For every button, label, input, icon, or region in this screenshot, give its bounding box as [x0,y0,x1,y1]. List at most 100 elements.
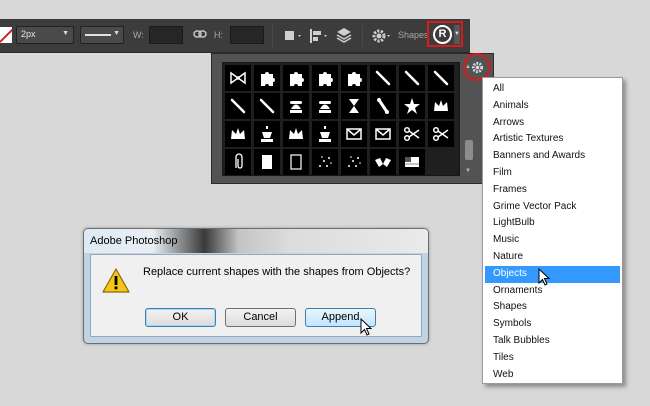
gear-icon[interactable] [368,25,394,47]
shape-tile-telephone[interactable] [312,93,338,119]
shape-tile-flag[interactable] [399,149,425,175]
shape-tile-stick-3[interactable] [428,65,454,91]
shape-tile-sparkles-1[interactable] [312,149,338,175]
toolbar-divider [362,25,363,47]
scroll-down-icon[interactable]: ▼ [465,168,471,174]
toolbar-divider [272,25,273,47]
cancel-button[interactable]: Cancel [225,308,296,327]
shape-picker-button[interactable]: R ▼ [427,21,463,47]
stick-4-icon [230,98,246,114]
stamp-icon [262,155,272,169]
shape-tile-puzzle-piece-2[interactable] [283,65,309,91]
stroke-width-field[interactable]: 2px ▼ [16,26,74,44]
link-icon[interactable] [193,28,207,40]
menu-item-arrows[interactable]: Arrows [483,115,622,132]
menu-item-grime-vector-pack[interactable]: Grime Vector Pack [483,199,622,216]
menu-item-ornaments[interactable]: Ornaments [483,283,622,300]
menu-item-symbols[interactable]: Symbols [483,316,622,333]
shape-tile-scissors-2[interactable] [428,121,454,147]
dialog-title: Adobe Photoshop [90,235,178,247]
puzzle-piece-1-icon [261,72,275,86]
shape-tile-stick-2[interactable] [399,65,425,91]
paperclip-icon [235,153,243,169]
shape-tile-rotary-phone[interactable] [283,93,309,119]
chevron-down-icon[interactable]: ▼ [62,30,69,37]
chess-king-1-icon [261,126,273,142]
bow-icon [230,71,246,85]
shape-tile-bone[interactable] [370,93,396,119]
chevron-down-icon[interactable]: ▼ [454,25,460,44]
scrollbar-thumb[interactable] [465,140,473,160]
chevron-down-icon[interactable]: ▼ [113,30,120,37]
gear-icon [471,61,483,73]
shape-tile-crown-1[interactable] [428,93,454,119]
menu-item-all[interactable]: All [483,81,622,98]
rotary-phone-icon [290,101,302,113]
mouse-cursor-icon [360,318,372,336]
menu-item-objects[interactable]: Objects [485,265,620,283]
path-alignment-icon[interactable] [305,25,331,47]
replace-shapes-dialog: Adobe Photoshop Replace current shapes w… [83,228,429,344]
flag-icon [405,157,419,167]
sheriff-star-icon [404,98,420,114]
shape-tile-chess-king-2[interactable] [312,121,338,147]
puzzle-piece-2-icon [290,72,304,86]
hourglass-icon [349,99,359,113]
height-input[interactable] [230,26,264,44]
shape-tile-stamp[interactable] [254,149,280,175]
shape-tile-sheriff-star[interactable] [399,93,425,119]
menu-item-web[interactable]: Web [483,367,622,384]
shape-tile-frame[interactable] [283,149,309,175]
width-input[interactable] [149,26,183,44]
custom-shape-picker-panel: ▲ ▼ [211,53,494,184]
menu-item-frames[interactable]: Frames [483,182,622,199]
menu-item-shapes[interactable]: Shapes [483,299,622,316]
shape-tile-sparkles-2[interactable] [341,149,367,175]
bat-wing-icon [375,158,391,167]
shape-tile-stick-4[interactable] [225,93,251,119]
puzzle-piece-3-icon [319,72,333,86]
shape-tile-stick-5[interactable] [254,93,280,119]
menu-item-lightbulb[interactable]: LightBulb [483,215,622,232]
registered-trademark-icon: R [433,25,452,44]
shape-tile-puzzle-piece-3[interactable] [312,65,338,91]
ok-button[interactable]: OK [145,308,216,327]
shape-tile-bow[interactable] [225,65,251,91]
stroke-color-swatch[interactable] [0,27,12,43]
sparkles-1-icon [319,156,332,167]
shape-tile-chess-king-1[interactable] [254,121,280,147]
menu-item-film[interactable]: Film [483,165,622,182]
height-label: H: [214,30,223,40]
shape-grid [222,62,460,176]
menu-item-animals[interactable]: Animals [483,98,622,115]
scissors-1-icon [403,126,420,142]
shape-tile-puzzle-piece-4[interactable] [341,65,367,91]
menu-item-artistic-textures[interactable]: Artistic Textures [483,131,622,148]
menu-item-nature[interactable]: Nature [483,249,622,266]
envelope-1-icon [346,128,362,140]
shape-tile-envelope-2[interactable] [370,121,396,147]
path-operations-icon[interactable] [279,25,305,47]
stroke-type-dropdown[interactable]: ▼ [80,26,124,44]
shape-tile-envelope-1[interactable] [341,121,367,147]
shape-tile-crown-3[interactable] [283,121,309,147]
path-arrangement-icon[interactable] [331,25,357,47]
menu-item-tiles[interactable]: Tiles [483,350,622,367]
shape-tile-stick-1[interactable] [370,65,396,91]
shape-tile-hourglass[interactable] [341,93,367,119]
menu-item-banners-and-awards[interactable]: Banners and Awards [483,148,622,165]
stroke-width-value: 2px [21,29,36,39]
shape-tile-crown-2[interactable] [225,121,251,147]
shape-tile-bat-wing[interactable] [370,149,396,175]
stroke-line-preview [85,34,111,36]
menu-item-talk-bubbles[interactable]: Talk Bubbles [483,333,622,350]
stick-5-icon [259,98,275,114]
shape-tile-paperclip[interactable] [225,149,251,175]
dialog-titlebar[interactable]: Adobe Photoshop [84,229,428,253]
shape-tile-puzzle-piece-1[interactable] [254,65,280,91]
menu-item-music[interactable]: Music [483,232,622,249]
chess-king-2-icon [319,126,331,142]
mouse-cursor-icon [538,268,550,286]
shape-tile-scissors-1[interactable] [399,121,425,147]
puzzle-piece-4-icon [348,72,362,86]
